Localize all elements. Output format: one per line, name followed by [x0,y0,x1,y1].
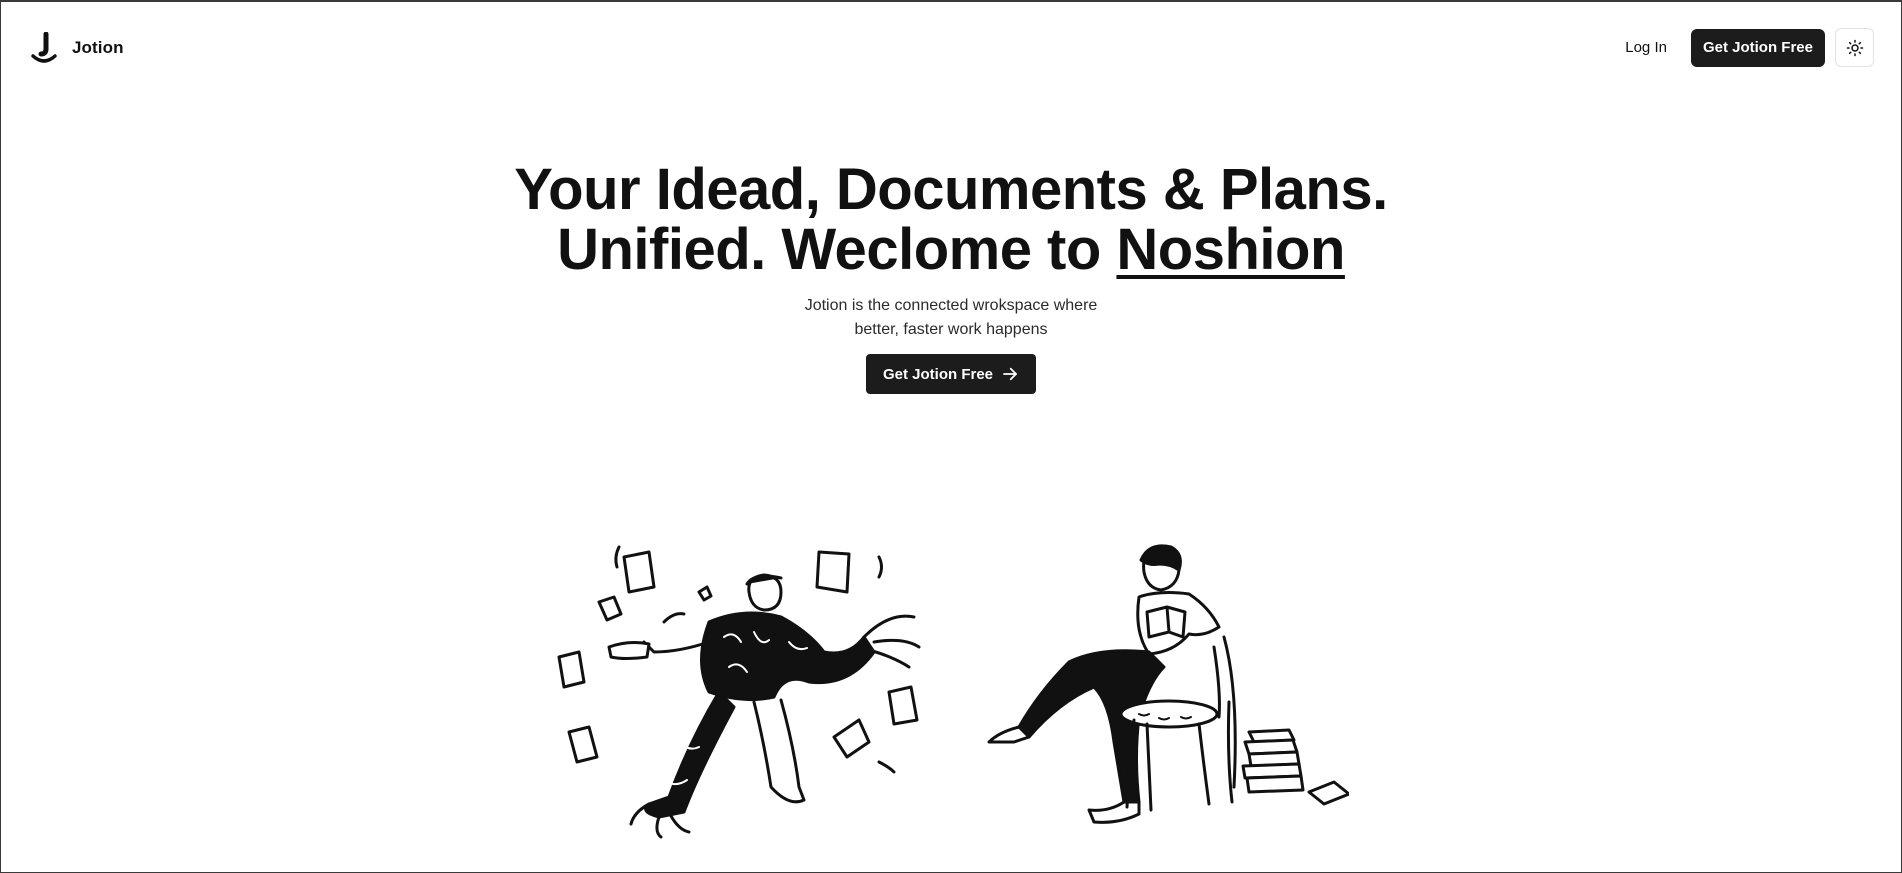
get-jotion-free-hero-button[interactable]: Get Jotion Free [865,354,1037,394]
nav-actions: Log In Get Jotion Free [1613,28,1874,67]
sun-icon [1846,39,1863,56]
headline-brand-word: Noshion [1116,217,1345,282]
cta-label: Get Jotion Free [882,365,994,383]
hero-section: Your Idead, Documents & Plans. Unified. … [1,160,1901,394]
hero-subheading: Jotion is the connected wrokspace where … [804,297,1098,338]
get-jotion-free-nav-button[interactable]: Get Jotion Free [1690,28,1825,67]
theme-toggle-button[interactable] [1835,28,1874,67]
person-reading-on-chair-illustration [987,544,1349,824]
arrow-right-icon [1003,367,1017,381]
app-window: Jotion Log In Get Jotion Free Your Idead… [0,0,1902,873]
person-juggling-papers-illustration [557,545,921,839]
logo-link[interactable]: Jotion [30,32,124,64]
hero-headline: Your Idead, Documents & Plans. Unified. … [501,160,1401,280]
login-button[interactable]: Log In [1613,31,1679,64]
brand-name: Jotion [72,38,124,57]
navbar: Jotion Log In Get Jotion Free [1,2,1901,92]
hero-illustrations [557,544,1349,839]
jotion-logo-icon [31,32,57,63]
